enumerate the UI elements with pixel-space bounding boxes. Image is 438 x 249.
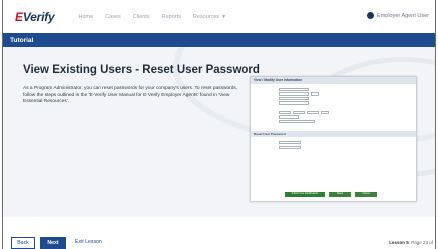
lesson-progress: Lesson 5 Page 23 of [389,240,433,245]
nav-links: Home Cases Clients Reports Resources ▼ [79,14,227,20]
nav-resources[interactable]: Resources ▼ [193,14,226,20]
mock-form-buttons: Submit User Modifications Reset Cancel [285,192,377,197]
nav-resources-label: Resources [192,13,220,20]
lesson-body-text: As a Program Administrator, you can rese… [23,86,238,105]
nav-reports[interactable]: Reports [162,14,181,20]
logo-text: Verify [22,9,55,24]
chevron-down-icon: ▼ [221,13,227,20]
user-icon [367,12,375,19]
everify-logo[interactable]: EVerify [15,10,55,24]
mock-submit-button: Submit User Modifications [285,192,325,197]
top-navigation: EVerify Home Cases Clients Reports Resou… [3,0,435,33]
nav-clients[interactable]: Clients [133,14,150,20]
exit-lesson-link[interactable]: Exit Lesson [75,239,102,245]
mock-cancel-button: Cancel [355,192,377,197]
back-button[interactable]: Back [11,237,35,249]
nav-home[interactable]: Home [79,14,94,20]
tutorial-bar: Tutorial [3,33,435,47]
mock-form-fields [251,84,416,128]
user-name: Employer Agent User [377,12,429,19]
mock-form-header: View / Modify User Information [251,77,416,84]
logo-prefix: E [15,9,23,24]
mock-reset-button: Reset [329,192,351,197]
nav-cases[interactable]: Cases [105,14,121,20]
lesson-number: Lesson 5 [389,240,409,245]
page-title: View Existing Users - Reset User Passwor… [23,64,260,76]
lesson-content-area: View Existing Users - Reset User Passwor… [3,47,435,217]
app-frame: EVerify Home Cases Clients Reports Resou… [2,0,436,249]
page-count: Page 23 of [411,240,433,245]
tutorial-label: Tutorial [10,36,34,44]
lesson-footer: Back Next Exit Lesson Lesson 5 Page 23 o… [3,217,435,249]
next-button[interactable]: Next [40,237,66,249]
user-menu[interactable]: Employer Agent User [367,12,429,19]
form-screenshot-image: View / Modify User Information Reset Use… [250,76,417,202]
